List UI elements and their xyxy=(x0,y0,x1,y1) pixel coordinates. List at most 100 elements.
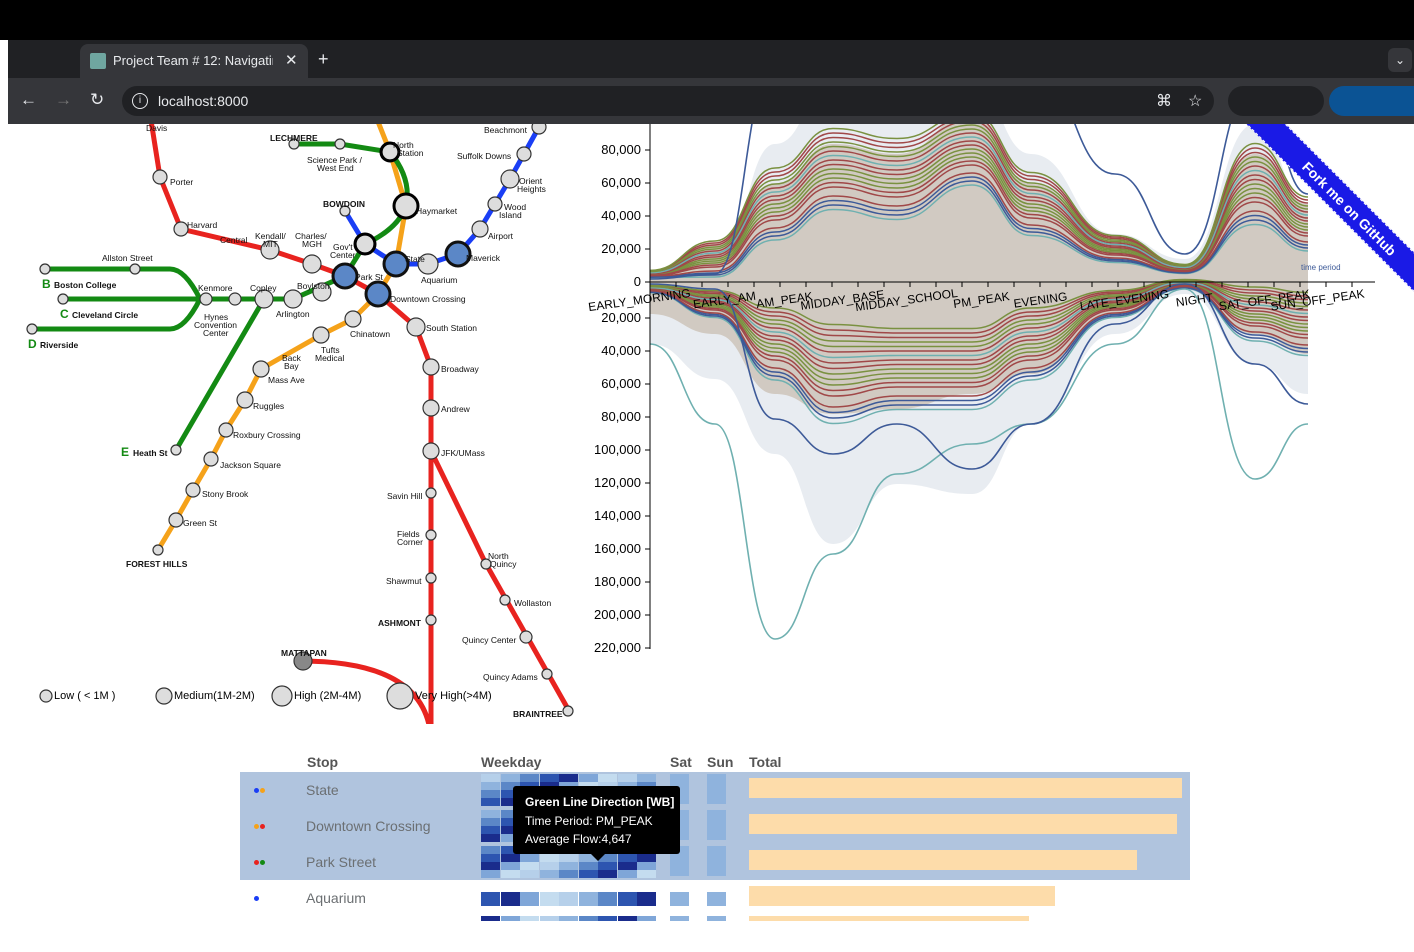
heat-cell[interactable] xyxy=(707,892,726,906)
heat-cell[interactable] xyxy=(481,818,500,826)
reload-icon[interactable]: ↻ xyxy=(90,90,104,110)
total-bar[interactable] xyxy=(749,778,1182,798)
heat-cell[interactable] xyxy=(500,854,520,862)
table-row[interactable]: Downtown Crossing xyxy=(240,808,1190,844)
station-circle[interactable] xyxy=(129,263,141,275)
station-circle[interactable] xyxy=(302,254,322,274)
station-circle[interactable] xyxy=(531,124,547,135)
station-circle[interactable] xyxy=(26,323,38,335)
fork-me-ribbon[interactable]: Fork me on GitHub xyxy=(1241,124,1414,304)
heat-cell[interactable] xyxy=(481,798,500,806)
station-circle[interactable] xyxy=(185,482,201,498)
station-circle[interactable] xyxy=(344,310,362,328)
tab-search-icon[interactable]: ⌄ xyxy=(1388,48,1412,72)
heat-cell[interactable] xyxy=(500,892,520,906)
github-ribbon-wrap[interactable]: Fork me on GitHub xyxy=(1230,124,1414,304)
heat-cell[interactable] xyxy=(539,916,559,921)
address-bar[interactable]: i localhost:8000 xyxy=(122,86,1214,116)
heat-cell[interactable] xyxy=(539,870,559,878)
heat-cell[interactable] xyxy=(559,870,578,878)
heat-cell[interactable] xyxy=(637,774,656,782)
close-tab-icon[interactable]: ✕ xyxy=(285,51,298,69)
heat-cell[interactable] xyxy=(481,826,500,834)
station-circle[interactable] xyxy=(173,221,189,237)
heat-cell[interactable] xyxy=(637,862,656,870)
heat-cell[interactable] xyxy=(520,774,539,782)
heat-cell[interactable] xyxy=(559,862,578,870)
station-circle[interactable] xyxy=(168,512,184,528)
heat-cell[interactable] xyxy=(637,870,656,878)
heat-cell[interactable] xyxy=(637,854,656,862)
heat-cell[interactable] xyxy=(598,862,617,870)
station-circle[interactable] xyxy=(425,572,437,584)
heat-cell[interactable] xyxy=(481,834,500,842)
station-circle[interactable] xyxy=(203,451,219,467)
station-circle[interactable] xyxy=(392,192,420,220)
station-circle[interactable] xyxy=(170,444,182,456)
site-info-icon[interactable]: i xyxy=(132,93,148,109)
station-circle[interactable] xyxy=(422,442,440,460)
station-circle[interactable] xyxy=(152,169,168,185)
heat-cell[interactable] xyxy=(559,854,578,862)
heat-cell[interactable] xyxy=(617,854,637,862)
heat-cell[interactable] xyxy=(481,892,500,906)
table-row[interactable]: Aquarium xyxy=(240,880,1190,916)
heat-cell[interactable] xyxy=(500,870,520,878)
heat-cell[interactable] xyxy=(481,862,500,870)
account-pill[interactable] xyxy=(1329,86,1414,116)
station-circle[interactable] xyxy=(425,487,437,499)
total-bar[interactable] xyxy=(749,916,1029,921)
station-circle[interactable] xyxy=(422,358,440,376)
heat-cell[interactable] xyxy=(539,854,559,862)
heat-cell[interactable] xyxy=(578,774,598,782)
heat-cell[interactable] xyxy=(707,846,726,876)
station-circle[interactable] xyxy=(364,280,392,308)
station-circle[interactable] xyxy=(425,529,437,541)
station-circle[interactable] xyxy=(422,399,440,417)
heat-cell[interactable] xyxy=(481,782,500,790)
new-tab-icon[interactable]: + xyxy=(318,49,329,70)
heat-cell[interactable] xyxy=(598,774,617,782)
heat-cell[interactable] xyxy=(707,916,726,921)
station-circle[interactable] xyxy=(516,146,532,162)
heat-cell[interactable] xyxy=(539,892,559,906)
heat-cell[interactable] xyxy=(578,892,598,906)
header-sun[interactable]: Sun xyxy=(707,754,733,770)
station-circle[interactable] xyxy=(312,326,330,344)
heat-cell[interactable] xyxy=(617,862,637,870)
station-circle[interactable] xyxy=(331,262,359,290)
heat-cell[interactable] xyxy=(598,870,617,878)
heat-cell[interactable] xyxy=(481,846,500,854)
total-bar[interactable] xyxy=(749,886,1055,906)
header-total[interactable]: Total xyxy=(749,754,781,770)
station-circle[interactable] xyxy=(499,594,511,606)
heat-cell[interactable] xyxy=(481,790,500,798)
station-circle[interactable] xyxy=(487,196,503,212)
heat-cell[interactable] xyxy=(707,810,726,840)
station-circle[interactable] xyxy=(199,292,213,306)
station-circle[interactable] xyxy=(39,263,51,275)
heat-cell[interactable] xyxy=(617,892,637,906)
heat-cell[interactable] xyxy=(578,870,598,878)
heat-cell[interactable] xyxy=(481,774,500,782)
heat-cell[interactable] xyxy=(670,916,689,921)
station-circle[interactable] xyxy=(541,668,553,680)
station-circle[interactable] xyxy=(57,293,69,305)
table-row[interactable]: State xyxy=(240,772,1190,808)
station-circle[interactable] xyxy=(406,317,426,337)
heat-cell[interactable] xyxy=(481,916,500,921)
bookmark-star-icon[interactable]: ☆ xyxy=(1188,91,1202,111)
heat-cell[interactable] xyxy=(520,892,539,906)
heat-cell[interactable] xyxy=(539,774,559,782)
station-circle[interactable] xyxy=(425,614,437,626)
heat-cell[interactable] xyxy=(578,916,598,921)
heat-cell[interactable] xyxy=(500,774,520,782)
heat-cell[interactable] xyxy=(520,862,539,870)
heat-cell[interactable] xyxy=(481,810,500,818)
profile-pill[interactable] xyxy=(1228,86,1324,116)
browser-tab[interactable]: Project Team # 12: Navigating ✕ xyxy=(80,44,308,78)
station-circle[interactable] xyxy=(218,422,234,438)
station-circle[interactable] xyxy=(519,630,533,644)
heat-cell[interactable] xyxy=(670,892,689,906)
heat-cell[interactable] xyxy=(598,892,617,906)
